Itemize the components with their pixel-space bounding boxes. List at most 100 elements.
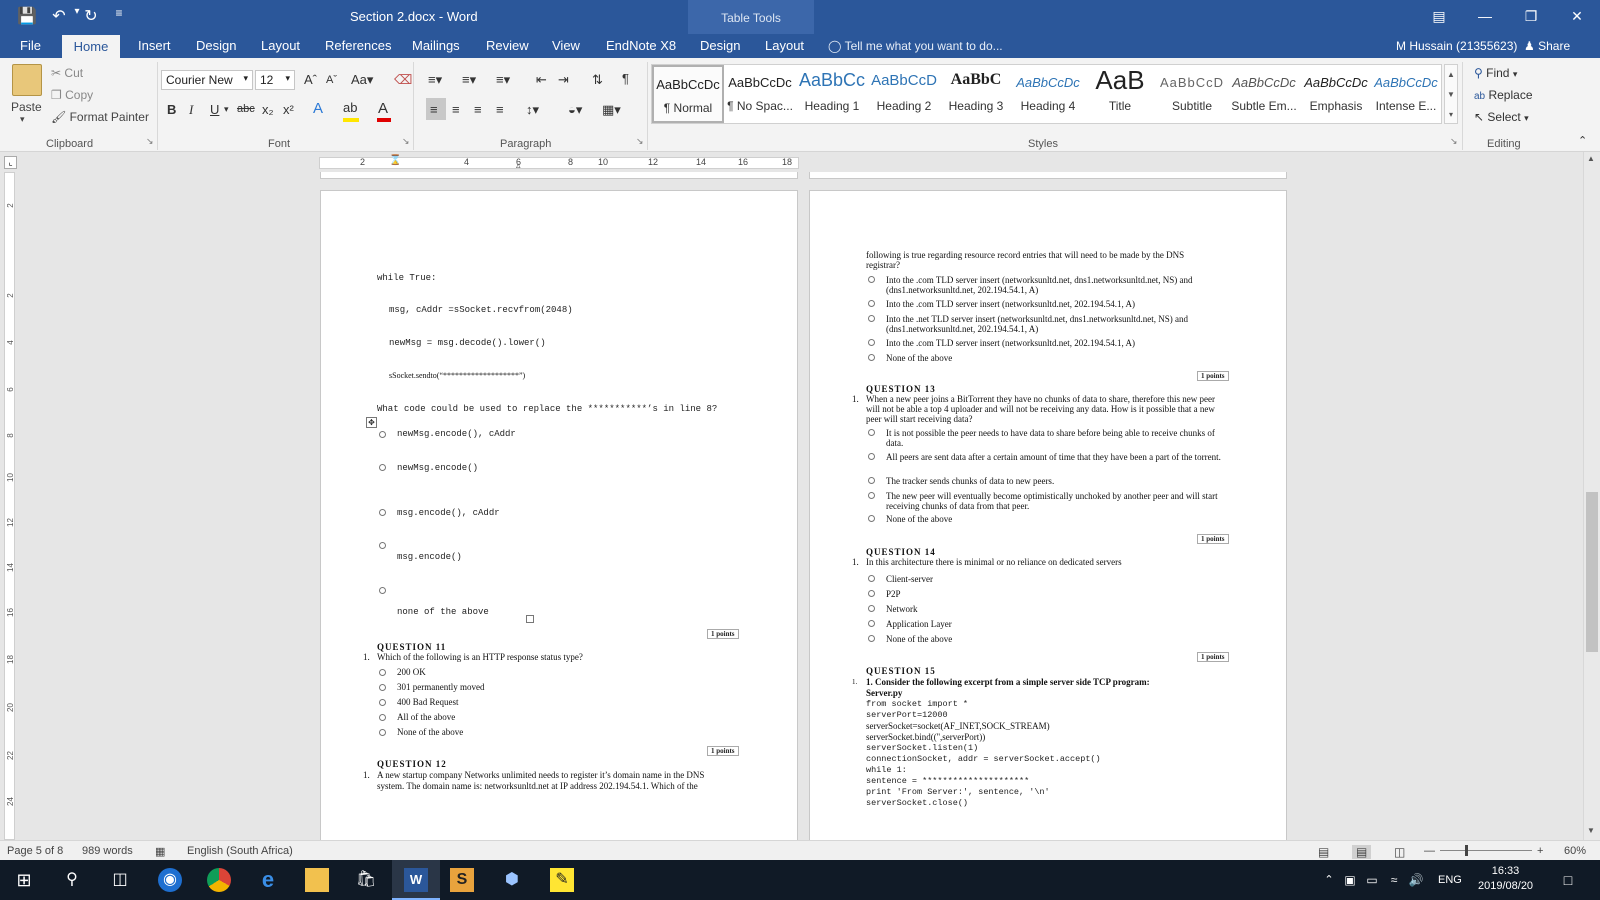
style-normal[interactable]: AaBbCcDc ¶ Normal	[652, 65, 724, 123]
radio-option[interactable]	[868, 492, 875, 499]
zoom-slider-track[interactable]	[1440, 850, 1532, 851]
radio-option[interactable]	[868, 453, 875, 460]
radio-option[interactable]	[379, 699, 386, 706]
tab-table-design[interactable]: Design	[700, 38, 740, 53]
document-page-left[interactable]: while True: msg, cAddr =sSocket.recvfrom…	[320, 190, 798, 850]
word-count[interactable]: 989 words	[82, 845, 133, 857]
tab-file[interactable]: File	[20, 38, 41, 53]
file-explorer-icon[interactable]	[305, 868, 329, 892]
tab-insert[interactable]: Insert	[138, 38, 171, 53]
zoom-in-icon[interactable]: +	[1537, 845, 1543, 857]
document-page-right[interactable]: following is true regarding resource rec…	[809, 190, 1287, 850]
battery-icon[interactable]: ▭	[1364, 868, 1380, 892]
radio-option[interactable]	[868, 605, 875, 612]
right-indent-marker-icon[interactable]: ▵	[516, 160, 521, 171]
tab-view[interactable]: View	[552, 38, 580, 53]
paste-button[interactable]: Paste	[11, 100, 42, 114]
superscript-icon[interactable]: x²	[283, 102, 294, 117]
radio-option[interactable]	[379, 729, 386, 736]
radio-option[interactable]	[868, 315, 875, 322]
text-effects-icon[interactable]: A	[313, 100, 323, 117]
proofing-icon[interactable]: ▦	[155, 845, 165, 858]
indent-marker-icon[interactable]: ⌛	[389, 155, 401, 166]
radio-option[interactable]	[379, 431, 386, 438]
close-icon[interactable]: ✕	[1554, 0, 1600, 32]
copy-button[interactable]: ❐ Copy	[51, 88, 93, 102]
language-indicator[interactable]: English (South Africa)	[187, 845, 293, 857]
input-language[interactable]: ENG	[1438, 874, 1462, 886]
bullets-icon[interactable]: ≡▾	[428, 72, 442, 88]
justify-icon[interactable]: ≡	[496, 102, 504, 117]
tab-selector-icon[interactable]: ⌞	[4, 156, 17, 169]
style-subtle-emphasis[interactable]: AaBbCcDc Subtle Em...	[1228, 65, 1300, 123]
zoom-out-icon[interactable]: —	[1424, 845, 1435, 857]
sublime-icon[interactable]: S	[450, 868, 474, 892]
style-emphasis[interactable]: AaBbCcDc Emphasis	[1300, 65, 1372, 123]
table-resize-handle[interactable]	[526, 615, 534, 623]
horizontal-ruler[interactable]: 2 4 6 8 10 12 14 16 18 ⌛ ▵	[319, 155, 799, 171]
customize-toolbar-icon[interactable]: ≡	[108, 6, 130, 20]
store-icon[interactable]: 🛍	[354, 868, 378, 892]
tell-me-search[interactable]: ◯ Tell me what you want to do...	[828, 39, 1003, 53]
italic-icon[interactable]: I	[189, 102, 193, 118]
font-launcher-icon[interactable]: ↘	[402, 136, 410, 147]
style-heading-3[interactable]: AaBbC Heading 3	[940, 65, 1012, 123]
clipboard-launcher-icon[interactable]: ↘	[146, 136, 154, 147]
share-button[interactable]: ♟ Share	[1524, 39, 1570, 53]
user-account[interactable]: M Hussain (21355623)	[1396, 39, 1517, 53]
radio-option[interactable]	[379, 464, 386, 471]
style-subtitle[interactable]: AaBbCcD Subtitle	[1156, 65, 1228, 123]
vertical-ruler[interactable]: 2 2 4 6 8 10 12 14 16 18 20 22 24	[0, 172, 20, 840]
sort-icon[interactable]: ⇅	[592, 72, 603, 88]
grow-font-icon[interactable]: Aˆ	[304, 72, 317, 87]
font-name-box[interactable]: Courier New ▾	[161, 70, 253, 90]
redo-icon[interactable]: ↻	[80, 6, 102, 26]
style-heading-2[interactable]: AaBbCcD Heading 2	[868, 65, 940, 123]
web-layout-icon[interactable]: ◫	[1394, 845, 1405, 859]
borders-icon[interactable]: ▦▾	[602, 102, 621, 118]
cut-button[interactable]: ✂ Cut	[51, 66, 83, 80]
shading-icon[interactable]: ◒▾	[568, 102, 582, 118]
find-button[interactable]: ⚲ Find ▾	[1474, 66, 1517, 80]
font-color-icon[interactable]: A	[378, 100, 388, 117]
notifications-icon[interactable]: □	[1556, 868, 1580, 892]
restore-icon[interactable]: ❐	[1508, 0, 1554, 32]
radio-option[interactable]	[868, 477, 875, 484]
scroll-up-icon[interactable]: ▲	[1587, 154, 1595, 163]
paragraph-launcher-icon[interactable]: ↘	[636, 136, 644, 147]
chrome-icon[interactable]	[207, 868, 231, 892]
ribbon-display-icon[interactable]: ▤	[1416, 0, 1462, 32]
word-taskbar-button[interactable]: W	[392, 860, 440, 900]
zoom-level[interactable]: 60%	[1564, 845, 1586, 857]
bold-icon[interactable]: B	[167, 102, 176, 117]
change-case-icon[interactable]: Aa▾	[351, 72, 373, 88]
tab-layout[interactable]: Layout	[261, 38, 300, 53]
format-painter-button[interactable]: 🖌 Format Painter	[51, 110, 149, 124]
read-mode-icon[interactable]: ▤	[1318, 845, 1329, 859]
numbering-icon[interactable]: ≡▾	[462, 72, 476, 88]
radio-option[interactable]	[868, 620, 875, 627]
style-title[interactable]: AaB Title	[1084, 65, 1156, 123]
radio-option[interactable]	[379, 669, 386, 676]
tab-design[interactable]: Design	[196, 38, 236, 53]
tray-chevron-icon[interactable]: ⌃	[1322, 868, 1336, 892]
radio-option[interactable]	[868, 339, 875, 346]
radio-option[interactable]	[868, 354, 875, 361]
style-no-spacing[interactable]: AaBbCcDc ¶ No Spac...	[724, 65, 796, 123]
page-count[interactable]: Page 5 of 8	[7, 845, 63, 857]
strikethrough-icon[interactable]: abc	[237, 103, 255, 115]
paste-dropdown-icon[interactable]: ▾	[20, 114, 25, 125]
radio-option[interactable]	[379, 684, 386, 691]
radio-option[interactable]	[868, 515, 875, 522]
scrollbar-thumb[interactable]	[1586, 492, 1598, 652]
subscript-icon[interactable]: x₂	[262, 102, 274, 117]
windows-start-icon[interactable]: ⊞	[12, 868, 36, 892]
clear-formatting-icon[interactable]: ⌫	[394, 72, 412, 88]
zoom-slider-thumb[interactable]	[1465, 845, 1468, 856]
radio-option[interactable]	[379, 714, 386, 721]
virtualbox-icon[interactable]: ⬢	[500, 868, 524, 892]
underline-icon[interactable]: U	[210, 102, 219, 117]
edge-icon[interactable]: e	[256, 868, 280, 892]
scroll-down-icon[interactable]: ▼	[1587, 826, 1595, 835]
tab-table-layout[interactable]: Layout	[765, 38, 804, 53]
